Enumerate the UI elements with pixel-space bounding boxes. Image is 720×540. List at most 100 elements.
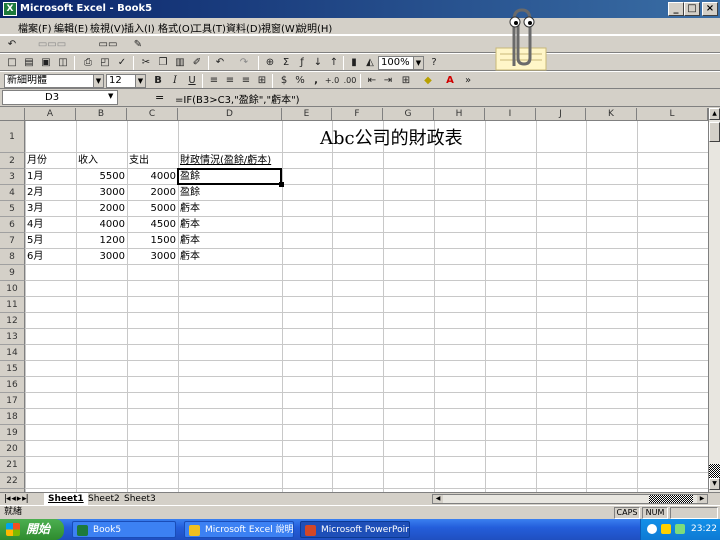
menu-format[interactable]: 格式(O) — [158, 20, 194, 35]
row-header[interactable]: 15 — [0, 361, 25, 377]
help-icon[interactable]: ? — [426, 56, 442, 70]
cell-status[interactable]: 盈餘 — [180, 185, 280, 201]
row-header[interactable]: 3 — [0, 169, 25, 185]
column-header-a[interactable]: A — [25, 108, 76, 121]
percent-button[interactable]: % — [292, 74, 308, 88]
decrease-indent-icon[interactable]: ⇤ — [364, 74, 380, 88]
permission-icon[interactable]: ◫ — [55, 56, 71, 70]
cell-month[interactable]: 1月 — [27, 169, 75, 185]
menu-view[interactable]: 檢視(V) — [90, 20, 125, 35]
minimize-button[interactable]: _ — [668, 2, 684, 16]
font-size-combo[interactable]: 12 ▼ — [106, 74, 146, 88]
cell-month[interactable]: 2月 — [27, 185, 75, 201]
new-icon[interactable]: □ — [4, 56, 20, 70]
borders-icon[interactable]: ⊞ — [398, 74, 414, 88]
tab-sheet1[interactable]: Sheet1 — [44, 493, 88, 505]
chevron-down-icon[interactable]: ▼ — [108, 92, 113, 100]
row-header[interactable]: 19 — [0, 425, 25, 441]
reply-icon[interactable]: ↶ — [4, 38, 20, 52]
cell-income[interactable]: 2000 — [76, 201, 127, 217]
currency-button[interactable]: $ — [276, 74, 292, 88]
chevron-down-icon[interactable]: ▼ — [93, 75, 103, 87]
tab-sheet3[interactable]: Sheet3 — [124, 493, 156, 505]
menu-edit[interactable]: 編輯(E) — [54, 20, 88, 35]
function-icon[interactable]: ƒ — [294, 56, 310, 70]
review-icon[interactable]: ✎ — [130, 38, 146, 52]
row-header[interactable]: 1 — [0, 121, 25, 153]
row-header[interactable]: 2 — [0, 153, 25, 169]
italic-button[interactable]: I — [167, 74, 183, 88]
undo-icon[interactable]: ↶ — [212, 56, 228, 70]
cell-status[interactable]: 虧本 — [180, 233, 280, 249]
row-header[interactable]: 8 — [0, 249, 25, 265]
maximize-button[interactable]: □ — [684, 2, 700, 16]
scroll-left-icon[interactable]: ◀ — [433, 495, 443, 503]
menu-file[interactable]: 檔案(F) — [18, 20, 52, 35]
sheet-title[interactable]: Abc公司的財政表 — [282, 124, 582, 154]
column-header-e[interactable]: E — [282, 108, 332, 121]
chevron-down-icon[interactable]: ▼ — [413, 57, 423, 69]
row-header[interactable]: 21 — [0, 457, 25, 473]
menu-help[interactable]: 說明(H) — [297, 20, 332, 35]
row-header[interactable]: 6 — [0, 217, 25, 233]
column-header-b[interactable]: B — [76, 108, 127, 121]
row-header[interactable]: 13 — [0, 329, 25, 345]
row-header[interactable]: 10 — [0, 281, 25, 297]
cell-expense[interactable]: 3000 — [127, 249, 178, 265]
row-header[interactable]: 12 — [0, 313, 25, 329]
cell-income[interactable]: 3000 — [76, 249, 127, 265]
menu-tools[interactable]: 工具(T) — [192, 20, 226, 35]
column-header-h[interactable]: H — [434, 108, 485, 121]
redo-icon[interactable]: ↷ — [236, 56, 252, 70]
row-header[interactable]: 9 — [0, 265, 25, 281]
column-header-j[interactable]: J — [536, 108, 586, 121]
autosum-icon[interactable]: Σ — [278, 56, 294, 70]
decrease-decimal-icon[interactable]: .00 — [342, 74, 358, 88]
vertical-scrollbar[interactable]: ▲ ▼ — [708, 108, 720, 492]
hyperlink-icon[interactable]: ⊕ — [262, 56, 278, 70]
merge-center-icon[interactable]: ⊞ — [254, 74, 270, 88]
spreadsheet-grid[interactable]: A B C D E F G H I J K L 1 2 3 4 5 6 7 8 9 10 11 12 1… — [0, 108, 708, 492]
split-box[interactable] — [709, 464, 720, 478]
select-all-corner[interactable] — [0, 108, 25, 121]
increase-indent-icon[interactable]: ⇥ — [380, 74, 396, 88]
language-icon[interactable] — [661, 524, 671, 534]
clock[interactable]: 23:22 — [691, 519, 717, 540]
row-header[interactable]: 22 — [0, 473, 25, 489]
tab-sheet2[interactable]: Sheet2 — [88, 493, 120, 505]
sort-descending-icon[interactable]: ↑ — [326, 56, 342, 70]
font-name-combo[interactable]: 新細明體 ▼ — [4, 74, 104, 88]
cell-income[interactable]: 3000 — [76, 185, 127, 201]
paste-icon[interactable]: ▥ — [172, 56, 188, 70]
toolbar-options-icon[interactable]: » — [460, 74, 476, 88]
drawing-icon[interactable]: ◭ — [362, 56, 378, 70]
column-header-k[interactable]: K — [586, 108, 637, 121]
save-icon[interactable]: ▣ — [38, 56, 54, 70]
cell-expense[interactable]: 4500 — [127, 217, 178, 233]
row-header[interactable]: 11 — [0, 297, 25, 313]
fill-handle[interactable] — [279, 182, 284, 187]
cell-income[interactable]: 5500 — [76, 169, 127, 185]
column-header-l[interactable]: L — [637, 108, 708, 121]
row-header[interactable]: 17 — [0, 393, 25, 409]
bold-button[interactable]: B — [150, 74, 166, 88]
fill-color-icon[interactable]: ◆ — [420, 74, 436, 88]
copy-icon[interactable]: ❐ — [155, 56, 171, 70]
cell-status[interactable]: 虧本 — [180, 217, 280, 233]
cell-month[interactable]: 4月 — [27, 217, 75, 233]
chevron-down-icon[interactable]: ▼ — [135, 75, 145, 87]
cell-month[interactable]: 3月 — [27, 201, 75, 217]
chart-wizard-icon[interactable]: ▮ — [346, 56, 362, 70]
comma-button[interactable]: , — [308, 74, 324, 88]
cell-expense[interactable]: 5000 — [127, 201, 178, 217]
row-header[interactable]: 7 — [0, 233, 25, 249]
sort-ascending-icon[interactable]: ↓ — [310, 56, 326, 70]
name-box[interactable]: D3 — [2, 90, 118, 105]
horizontal-scrollbar[interactable]: ◀ ▶ — [432, 494, 708, 504]
column-header-c[interactable]: C — [127, 108, 178, 121]
row-header[interactable]: 20 — [0, 441, 25, 457]
header-status[interactable]: 財政情況(盈餘/虧本) — [180, 153, 282, 169]
cell-expense[interactable]: 4000 — [127, 169, 178, 185]
print-preview-icon[interactable]: ◰ — [97, 56, 113, 70]
spelling-icon[interactable]: ✓ — [114, 56, 130, 70]
